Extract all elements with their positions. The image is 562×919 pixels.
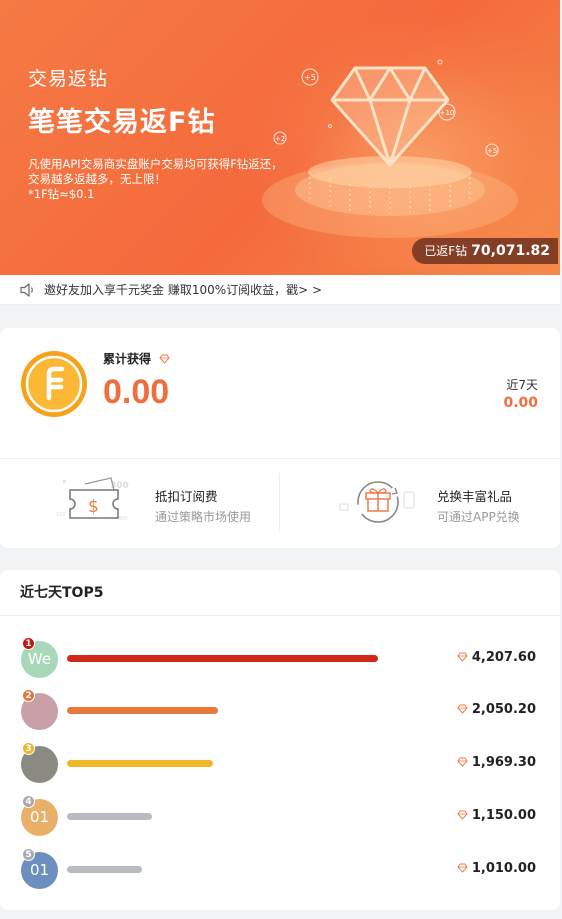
rank-badge: 2 [22,689,35,702]
score-amount-value: 1,150.00 [471,808,536,823]
banner-description: 凡使用API交易商实盘账户交易均可获得F钻返还， 交易越多返越多，无上限！ *1… [28,157,318,202]
total-returned-value: 70,071.82 [471,243,550,259]
score-amount-value: 1,969.30 [471,755,536,770]
recent-label: 近7天 [506,378,538,392]
score-bar [67,866,142,873]
gift-exchange-icon [339,481,415,523]
score-amount: 1,010.00 [457,861,536,876]
avatar-text: 01 [29,808,50,826]
svg-text:100: 100 [56,512,66,518]
ranking-row[interactable]: We 1 4,207.60 [0,637,560,679]
ranking-row[interactable]: 3 1,969.30 [0,742,560,784]
feature-title: 抵扣订阅费 [155,489,218,504]
float-label-1: +5 [304,73,316,82]
feature-subtitle: 通过策略市场使用 [155,510,252,524]
banner-title: 笔笔交易返F钻 [28,107,216,138]
divider [279,473,280,531]
feature-subtitle: 可通过APP兑换 [437,510,520,524]
earned-label: 累计获得 [103,352,152,366]
avatar-text: We [27,650,52,668]
score-amount: 1,969.30 [457,755,536,770]
score-amount-value: 1,010.00 [471,861,536,876]
diamond-illustration: +5 +10 +2 +5 [262,59,518,238]
diamond-icon [457,863,468,873]
diamond-icon [457,704,468,714]
promo-banner: +5 +10 +2 +5 交易返钻 笔笔交易返F钻 凡使用API交易商实盘账户交… [0,0,560,275]
svg-text:300: 300 [118,516,128,522]
score-bar [67,760,213,767]
feature-title: 兑换丰富礼品 [437,489,513,504]
diamond-icon [159,354,170,364]
top5-title: 近七天TOP5 [0,570,560,616]
diamond-icon [457,757,468,767]
banner-desc-line: *1F钻≈$0.1 [28,187,95,201]
score-bar [67,655,378,662]
total-returned-label: 已返F钻 [424,244,468,258]
rank-badge: 1 [22,637,35,650]
score-amount: 4,207.60 [457,650,536,665]
ranking-row[interactable]: 01 4 1,150.00 [0,795,560,837]
speaker-icon [20,283,33,297]
earned-value: 0.00 [103,373,170,411]
score-amount: 1,150.00 [457,808,536,823]
feature-subscription-deduct[interactable]: 300 100 300 $ 抵扣订阅费 通过策略市场使用 [56,468,276,538]
ranking-row[interactable]: 2 2,050.20 [0,689,560,731]
recent-earnings: 近7天 0.00 [503,376,538,411]
banner-subtitle: 交易返钻 [28,68,109,90]
ranking-row[interactable]: 01 5 1,010.00 [0,848,560,890]
avatar-text: 01 [29,861,50,879]
float-label-4: +5 [487,147,497,155]
divider [0,458,560,459]
score-bar [67,707,218,714]
score-amount: 2,050.20 [457,702,536,717]
feature-gift-exchange[interactable]: 兑换丰富礼品 可通过APP兑换 [338,468,558,538]
earnings-card: 累计获得 0.00 近7天 0.00 300 100 300 $ 抵扣订阅费 通… [0,328,560,548]
total-returned-badge: 已返F钻 70,071.82 [412,238,558,264]
f-coin-icon [21,351,87,417]
rank-badge: 4 [22,795,35,808]
invite-notice[interactable]: 邀好友加入享千元奖金 赚取100%订阅收益，戳> > [0,275,560,305]
banner-desc-line: 凡使用API交易商实盘账户交易均可获得F钻返还， [28,157,283,171]
diamond-icon [457,810,468,820]
invite-notice-text[interactable]: 邀好友加入享千元奖金 赚取100%订阅收益，戳> > [44,283,322,297]
rank-badge: 5 [22,848,35,861]
recent-value: 0.00 [503,395,538,411]
score-amount-value: 4,207.60 [471,650,536,665]
float-label-3: +2 [275,135,285,143]
svg-text:$: $ [88,497,99,517]
top5-card: 近七天TOP5 We 1 4,207.60 2 2,050.20 3 1,969.30 01 4… [0,570,560,910]
rank-badge: 3 [22,742,35,755]
earned-label-wrap: 累计获得 [103,350,170,367]
diamond-icon [457,652,468,662]
voucher-dollar-icon: 300 100 300 $ [56,477,129,522]
float-label-2: +10 [440,109,455,117]
banner-desc-line: 交易越多返越多，无上限！ [28,172,166,186]
score-bar [67,813,152,820]
score-amount-value: 2,050.20 [471,702,536,717]
